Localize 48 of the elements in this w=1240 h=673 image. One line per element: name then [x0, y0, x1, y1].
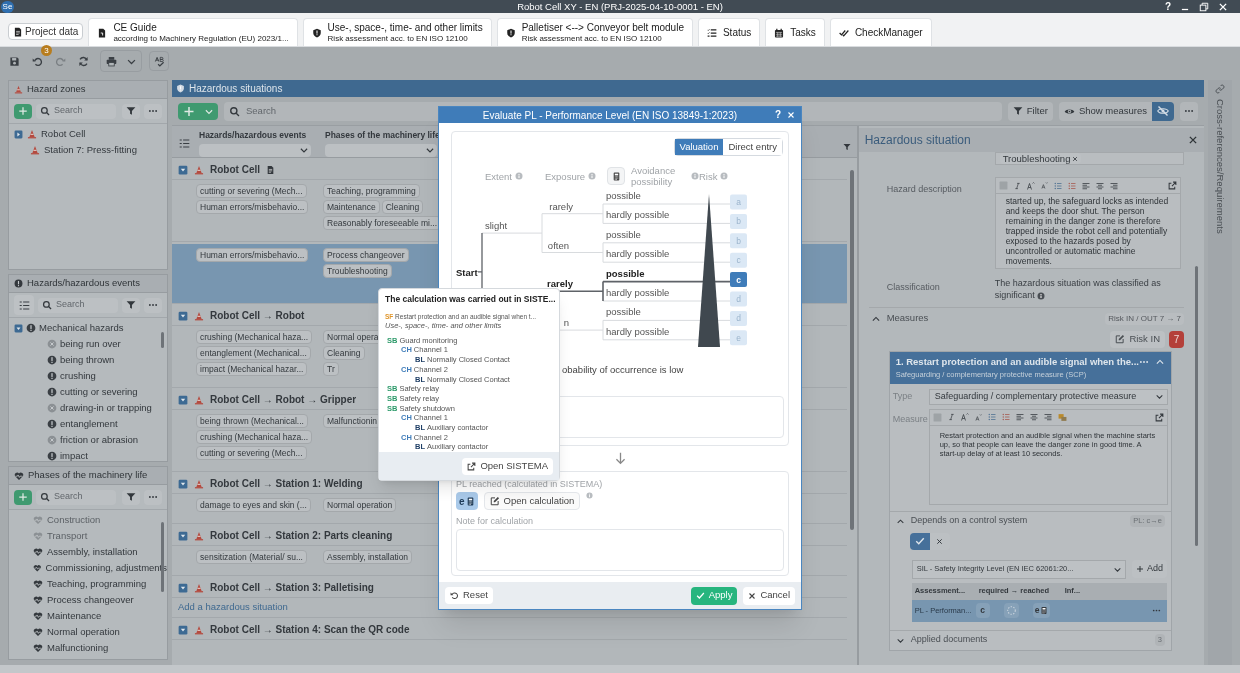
tag: cutting or severing (Mech...: [196, 446, 307, 460]
tag: entanglement (Mechanical...: [196, 346, 311, 360]
panel-header: Hazard zones: [9, 81, 167, 99]
panel-title: Hazardous situation: [864, 132, 971, 149]
reached-level: e: [1032, 603, 1051, 618]
tag: Human errors/misbehavio...: [196, 200, 309, 214]
window-title: Robot Cell XY - EN (PRJ-2025-04-10-0001 - EN): [516, 1, 724, 12]
tag: Human errors/misbehavio...: [196, 248, 309, 262]
description-text: started up, the safeguard locks as intended and keeps the door shut. The person remaining in the danger zone is therefore trapped inside the robot cell and potentially exposed to the hazards posed by uncontrolled or automatic machine movements.: [1004, 195, 1170, 268]
column-header: Hazards/hazardous events: [199, 129, 308, 142]
tag: crushing (Mechanical haza...: [196, 430, 313, 444]
dialog-title: Evaluate PL - Performance Level (EN ISO 13849-1:2023): [481, 108, 739, 123]
count-badge: 3: [41, 45, 52, 56]
tooltip-title: The calculation was carried out in SISTE...: [385, 293, 553, 306]
risk-badge: 7: [1169, 330, 1184, 348]
tag: impact (Mechanical hazar...: [196, 362, 308, 376]
app-logo: Se: [1, 0, 14, 13]
column-heading: Extent: [485, 170, 512, 182]
column-heading: Risk: [699, 170, 718, 182]
tag: sensitization (Material/ su...: [196, 550, 307, 564]
tag: Troubleshooting: [323, 264, 392, 278]
tag: cutting or severing (Mech...: [196, 184, 307, 198]
field-label: Type: [892, 389, 914, 403]
tag: damage to eyes and skin (...: [196, 498, 311, 512]
tag: being thrown (Mechanical...: [196, 414, 308, 428]
tag: Cleaning: [323, 346, 365, 360]
classification-text: The hazardous situation was classified as significant: [994, 277, 1162, 301]
required-level: c: [975, 603, 990, 618]
tag: Maintenance: [323, 200, 380, 214]
tag: Teaching, programming: [323, 184, 420, 198]
start-label: Start: [456, 266, 478, 278]
tag: Normal operation: [323, 498, 397, 512]
tag: Tr: [323, 362, 339, 376]
panel-header: Hazards/hazardous events: [9, 275, 167, 293]
tag: crushing (Mechanical haza...: [196, 330, 313, 344]
tag: Cleaning: [381, 200, 424, 214]
field-label: Classification: [885, 281, 941, 294]
column-heading: Exposure: [545, 170, 586, 182]
result-text: obability of occurrence is low: [562, 364, 684, 375]
risk-summary: Risk IN / OUT 7 → 7: [1105, 312, 1184, 325]
panel-header: Phases of the machinery life: [9, 467, 167, 485]
tag: Assembly, installation: [323, 550, 413, 564]
panel-header: Hazardous situations: [172, 80, 1204, 97]
field-label: Hazard description: [885, 183, 963, 196]
tag: Process changeover: [323, 248, 409, 262]
measure-title: 1. Restart protection and an audible signal when the...: [895, 355, 1139, 369]
field-label: Note for calculation: [456, 516, 535, 527]
column-heading: Avoidance possibility: [631, 165, 677, 187]
